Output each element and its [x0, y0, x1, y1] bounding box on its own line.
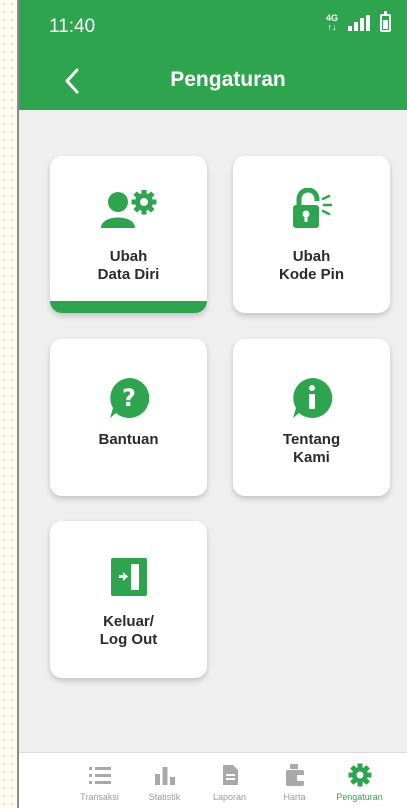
nav-item-laporan[interactable]: Laporan: [197, 753, 262, 808]
bottom-nav: Transaksi Statistik Laporan Harta Pengat…: [19, 752, 407, 808]
nav-label: Transaksi: [80, 792, 119, 802]
battery-icon: [380, 11, 391, 32]
nav-item-harta[interactable]: Harta: [262, 753, 327, 808]
app-header: 11:40 4G ↑↓ Pengaturan: [19, 0, 407, 110]
nav-item-statistik[interactable]: Statistik: [132, 753, 197, 808]
change-pin-card[interactable]: Ubah Kode Pin: [233, 156, 390, 313]
gear-icon: [327, 763, 392, 787]
user-gear-icon: [50, 190, 207, 230]
unlock-icon: [233, 188, 390, 230]
nav-label: Laporan: [212, 792, 247, 802]
list-icon: [67, 763, 132, 787]
nav-item-pengaturan[interactable]: Pengaturan: [327, 753, 392, 808]
card-label: Keluar/ Log Out: [99, 613, 158, 648]
active-indicator: [50, 301, 207, 313]
phone-screen: 11:40 4G ↑↓ Pengaturan Ubah Data Diri Ub…: [17, 0, 407, 808]
page-title: Pengaturan: [170, 68, 286, 91]
card-label: Tentang Kami: [282, 431, 341, 466]
bar-chart-icon: [132, 763, 197, 787]
document-icon: [197, 763, 262, 787]
status-time: 11:40: [49, 16, 96, 37]
signal-icon: [348, 15, 370, 31]
card-label: Ubah Data Diri: [97, 248, 160, 283]
nav-label: Pengaturan: [336, 792, 383, 802]
network-icon: 4G ↑↓: [325, 13, 338, 32]
status-icons: 4G ↑↓: [325, 11, 391, 32]
exit-door-icon: [50, 555, 207, 599]
nav-label: Statistik: [148, 792, 181, 802]
help-card[interactable]: ? Bantuan: [50, 339, 207, 496]
help-bubble-icon: ?: [50, 375, 207, 421]
card-label: Bantuan: [98, 431, 159, 448]
svg-text:?: ?: [122, 384, 136, 412]
info-bubble-icon: [233, 375, 390, 421]
network-label: 4G: [325, 13, 338, 23]
about-card[interactable]: Tentang Kami: [233, 339, 390, 496]
nav-item-transaksi[interactable]: Transaksi: [67, 753, 132, 808]
edit-profile-card[interactable]: Ubah Data Diri: [50, 156, 207, 313]
nav-label: Harta: [283, 792, 306, 802]
logout-card[interactable]: Keluar/ Log Out: [50, 521, 207, 678]
card-label: Ubah Kode Pin: [278, 248, 344, 283]
wallet-icon: [262, 763, 327, 787]
